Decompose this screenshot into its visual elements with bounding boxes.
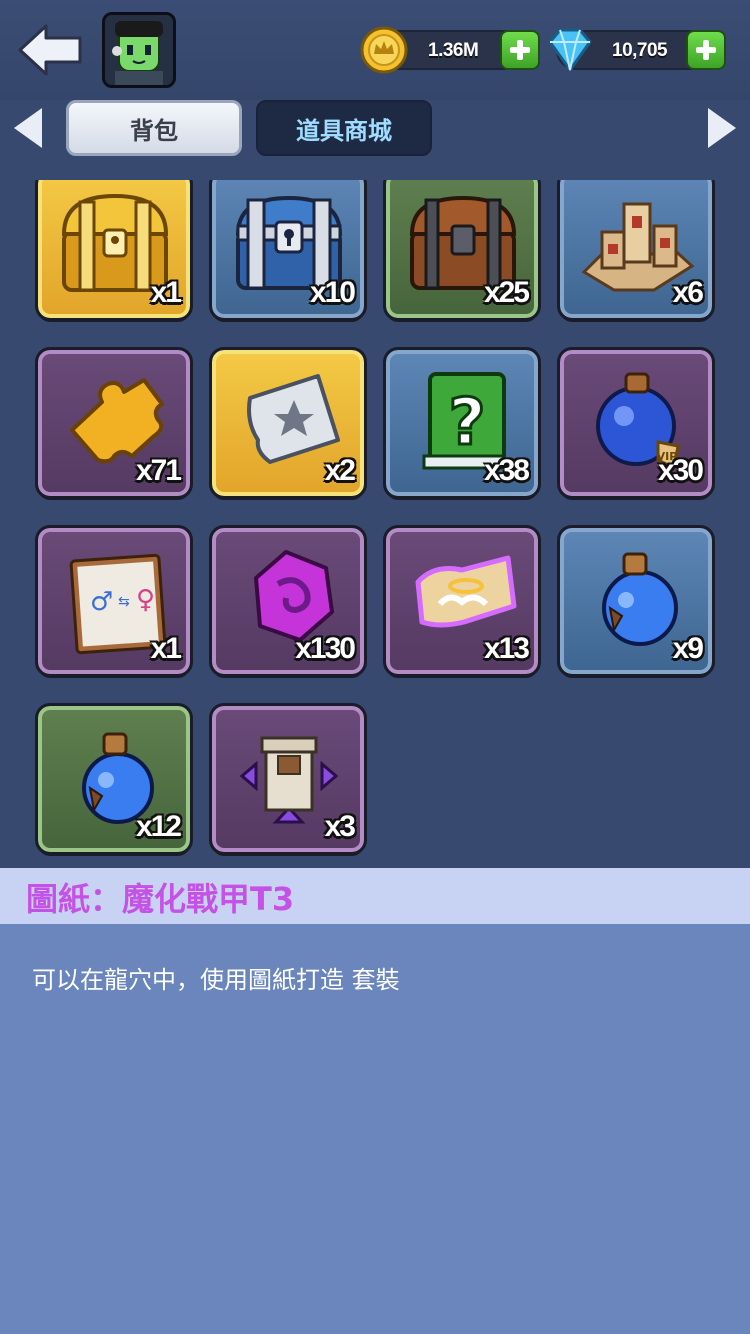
tab-item-shop[interactable]: 道具商城 [256,100,432,156]
item-count: x2 [324,454,356,487]
item-count: x71 [135,454,182,487]
item-detail-title: 圖紙：魔化戰甲T3 [26,880,295,918]
inventory-slot-gender-swap-scroll[interactable]: ♂ ⇆ ♀ x1 [35,525,193,677]
inventory-slot-blue-potion[interactable]: x9 [557,525,715,677]
item-count: x9 [672,632,704,665]
inventory-slot-star-ticket[interactable]: x2 [209,347,367,499]
prev-tab-arrow-icon[interactable] [14,108,42,148]
svg-text:♀: ♀ [136,585,155,615]
inventory-slot-gold-chest[interactable]: x1 [35,180,193,321]
inventory-slot-blue-potion-small[interactable]: x12 [35,703,193,855]
inventory-slot-wooden-chest[interactable]: x25 [383,180,541,321]
item-count: x13 [483,632,530,665]
gold-coin-icon [360,26,408,74]
item-count: x6 [672,276,704,309]
inventory-grid: x1 x10 x25 x6 x71 x2 ? x38 VIP x30 ♂ ⇆ ♀… [0,180,750,868]
inventory-slot-tower-upgrade[interactable]: x3 [209,703,367,855]
gold-amount: 1.36M [428,40,479,61]
item-count: x3 [324,810,356,843]
item-count: x25 [483,276,530,309]
item-count: x10 [309,276,356,309]
item-count: x38 [483,454,530,487]
item-count: x1 [150,276,182,309]
inventory-slot-castle[interactable]: x6 [557,180,715,321]
back-arrow-icon[interactable] [16,22,86,78]
inventory-slot-angel-scroll[interactable]: x13 [383,525,541,677]
inventory-slot-mystery-book[interactable]: ? x38 [383,347,541,499]
next-tab-arrow-icon[interactable] [708,108,736,148]
gem-amount: 10,705 [612,40,668,61]
item-count: x130 [295,632,356,665]
svg-text:?: ? [448,386,485,460]
inventory-slot-vip-potion[interactable]: VIP x30 [557,347,715,499]
inventory-slot-puzzle-piece[interactable]: x71 [35,347,193,499]
avatar-face-icon [105,15,173,85]
svg-text:♂: ♂ [90,587,113,617]
inventory-slot-purple-gem[interactable]: x130 [209,525,367,677]
add-gold-button[interactable] [500,30,540,70]
player-avatar[interactable] [102,12,176,88]
svg-text:⇆: ⇆ [118,594,130,610]
item-detail-description: 可以在龍穴中，使用圖紙打造 套裝 [32,966,400,994]
item-count: x30 [657,454,704,487]
tab-backpack[interactable]: 背包 [66,100,242,156]
add-gems-button[interactable] [686,30,726,70]
diamond-icon [548,28,592,72]
inventory-slot-silver-chest[interactable]: x10 [209,180,367,321]
item-count: x1 [150,632,182,665]
item-count: x12 [135,810,182,843]
